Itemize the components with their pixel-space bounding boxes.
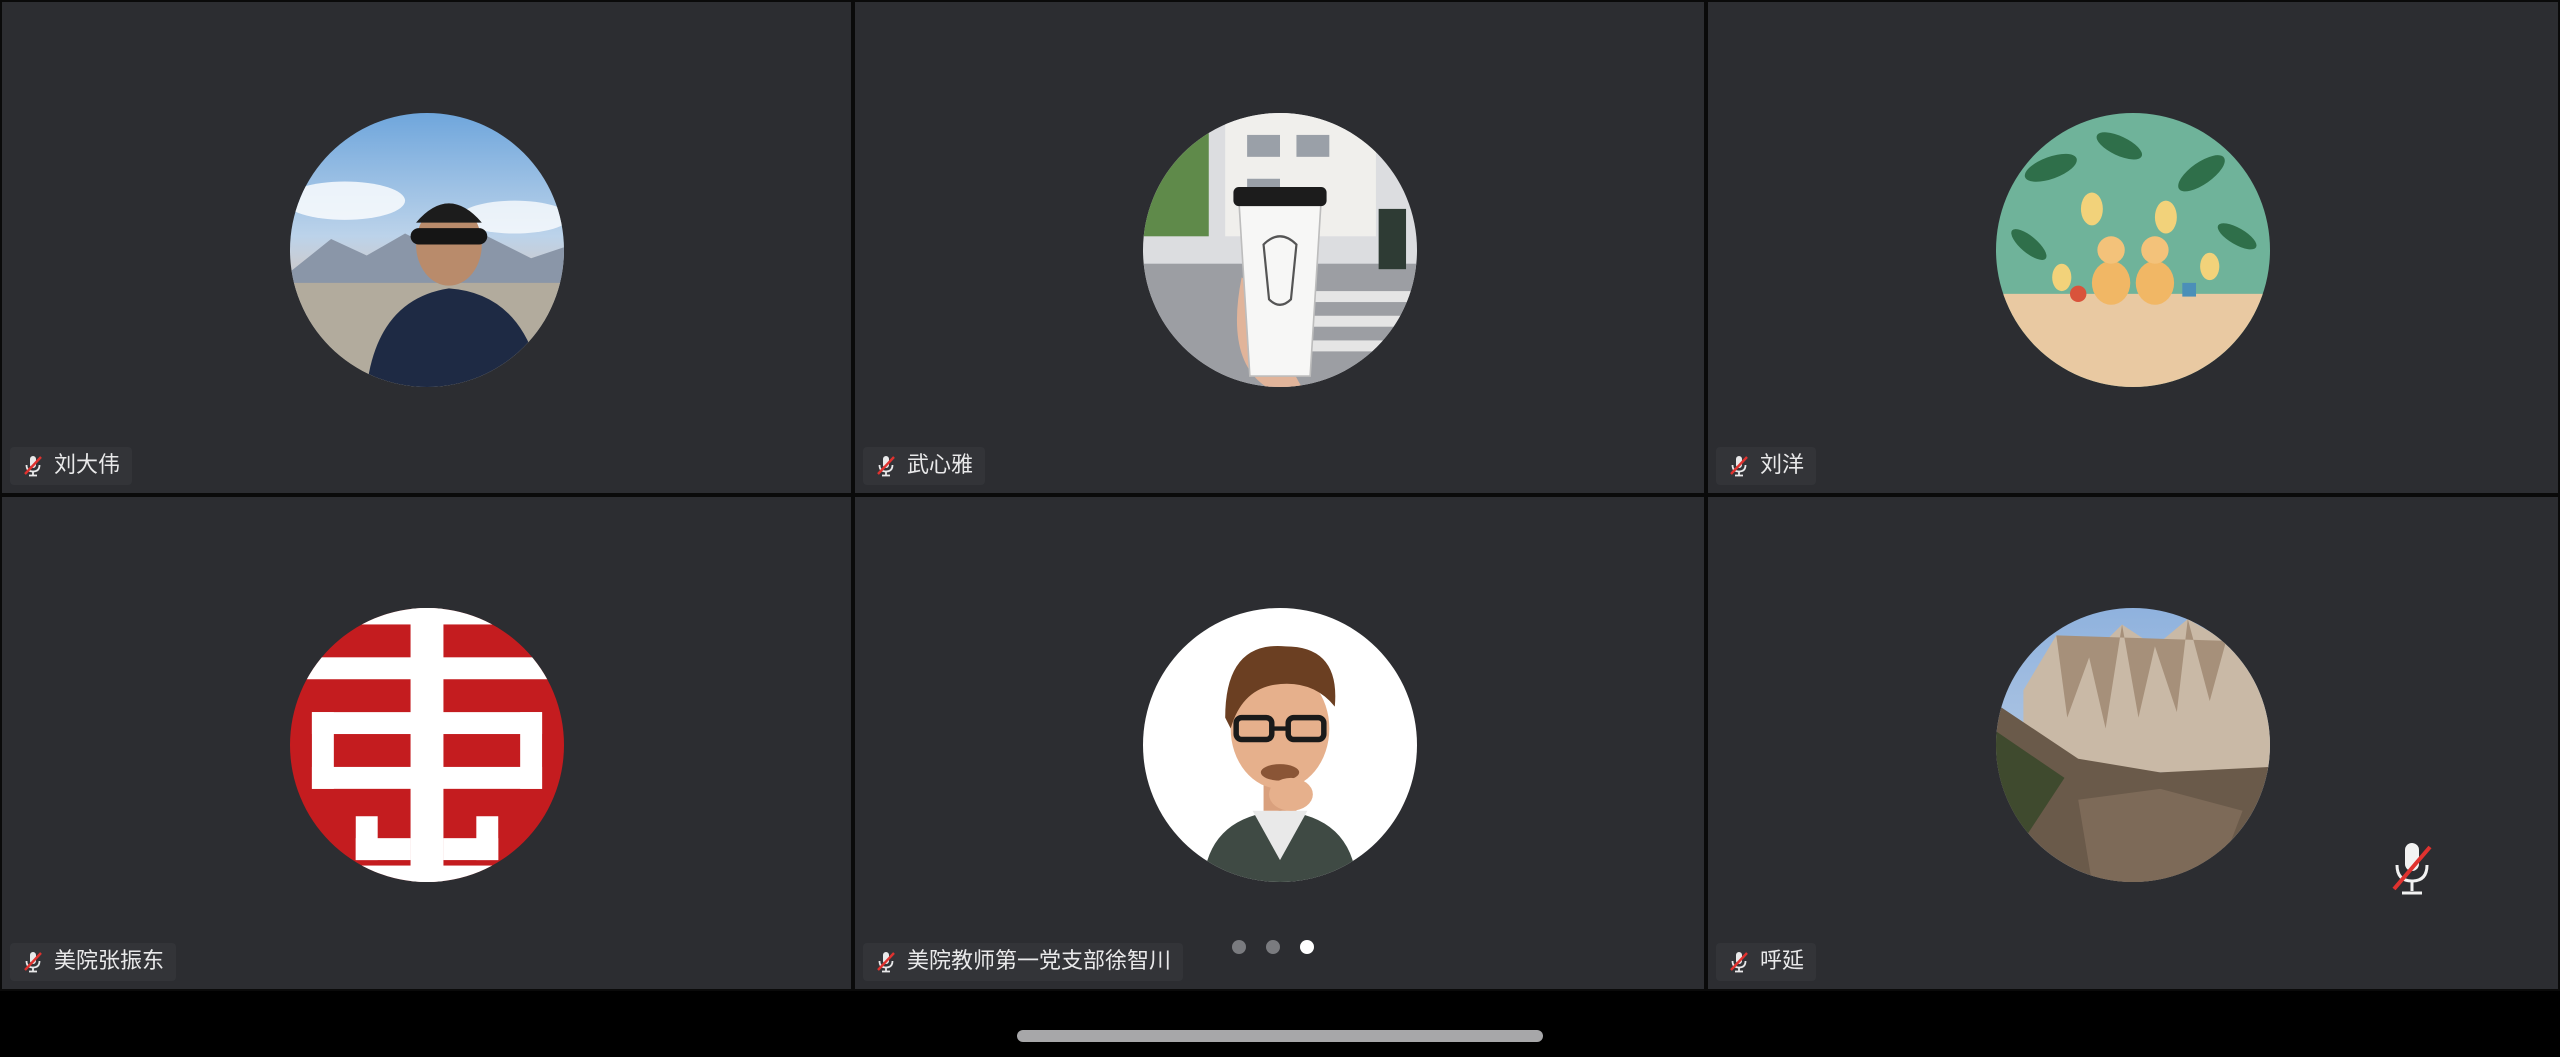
mic-muted-icon [24,456,42,477]
participant-tile[interactable]: 美院张振东 [0,495,853,991]
mic-muted-icon [877,952,895,973]
mic-muted-icon [1730,952,1748,973]
participant-nametag: 武心雅 [863,447,986,485]
participant-avatar [1996,113,2270,387]
participant-name: 美院张振东 [54,949,165,974]
participant-name: 美院教师第一党支部徐智川 [907,949,1172,974]
participant-tile[interactable]: 刘洋 [1706,0,2560,495]
participant-tile[interactable]: 刘大伟 [0,0,853,495]
video-grid: 刘大伟 武心雅 刘洋 美院张振东 美院教师第一党支部徐智川 呼延 [0,0,2560,991]
mic-muted-icon [877,456,895,477]
home-indicator-bar[interactable] [1017,1030,1543,1042]
participant-avatar [289,113,564,387]
participant-name: 呼延 [1760,949,1805,974]
participant-name: 刘大伟 [54,453,121,478]
participant-tile[interactable]: 武心雅 [853,0,1706,495]
participant-name: 武心雅 [907,453,974,478]
participant-avatar [1142,113,1417,387]
page-dot[interactable] [1232,940,1246,954]
participant-tile[interactable]: 呼延 [1706,495,2560,991]
participant-tile[interactable]: 美院教师第一党支部徐智川 [853,495,1706,991]
participant-nametag: 美院教师第一党支部徐智川 [863,943,1184,981]
participant-nametag: 美院张振东 [10,943,177,981]
participant-name: 刘洋 [1760,453,1805,478]
page-dot[interactable] [1266,940,1280,954]
page-indicator[interactable] [1232,940,1314,954]
participant-nametag: 刘洋 [1716,447,1817,485]
participant-nametag: 呼延 [1716,943,1817,981]
meeting-gallery-view: 刘大伟 武心雅 刘洋 美院张振东 美院教师第一党支部徐智川 呼延 [0,0,2560,1057]
participant-avatar [1142,608,1417,882]
participant-avatar [1996,608,2270,882]
mic-muted-large-icon [2392,843,2432,895]
mic-muted-icon [1730,456,1748,477]
participant-avatar [289,608,564,882]
mic-muted-icon [24,952,42,973]
page-dot-active[interactable] [1300,940,1314,954]
participant-nametag: 刘大伟 [10,447,133,485]
